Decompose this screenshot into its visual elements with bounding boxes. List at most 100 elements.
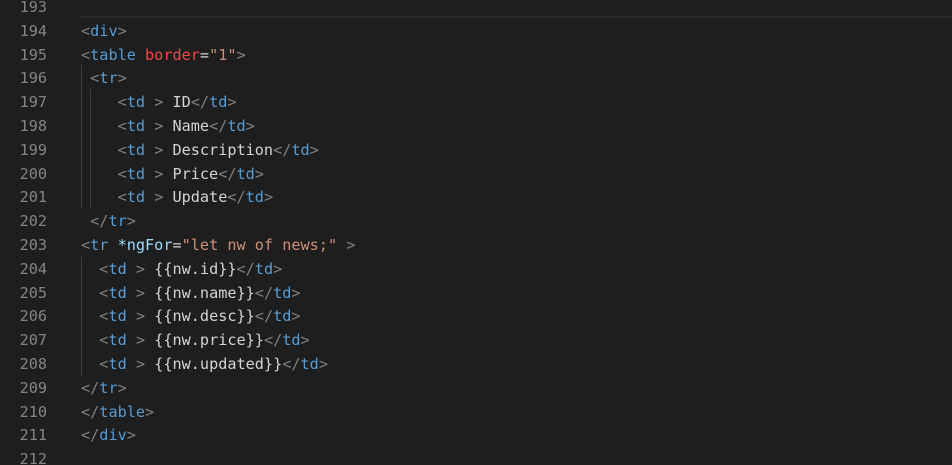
code-token: *ngFor — [117, 236, 173, 254]
code-line[interactable]: 208 <td > {{nw.updated}}</td> — [0, 352, 952, 376]
code-token: </ — [227, 188, 246, 207]
line-number: 198 — [19, 117, 47, 135]
code-token: > — [154, 93, 164, 112]
code-token: td — [273, 307, 292, 326]
line-number: 211 — [19, 426, 47, 445]
code-token: border — [145, 45, 200, 64]
line-code: </div> — [81, 423, 136, 447]
code-token: td — [126, 188, 146, 207]
code-token: > — [135, 259, 146, 278]
code-line[interactable]: 198 <td > Name</td> — [0, 114, 952, 138]
code-token: </ — [254, 307, 274, 326]
line-number: 201 — [19, 188, 47, 207]
line-number: 207 — [19, 331, 47, 350]
code-line[interactable]: 202 </tr> — [0, 209, 952, 233]
line-code: </tr> — [81, 376, 127, 400]
code-token: {{nw.id}} — [145, 259, 237, 278]
code-token: > — [236, 45, 246, 64]
code-token: > — [291, 283, 301, 302]
line-code: </table> — [81, 400, 154, 424]
code-line[interactable]: 201 <td > Update</td> — [0, 185, 952, 209]
code-token: > — [154, 117, 164, 135]
code-token: </ — [90, 212, 109, 231]
line-number: 196 — [19, 69, 47, 88]
code-token: = — [172, 236, 182, 254]
code-token: tr — [108, 212, 127, 231]
line-number: 205 — [19, 283, 47, 302]
code-token: {{nw.name}} — [145, 283, 255, 302]
line-number: 199 — [19, 140, 47, 159]
code-token: {{nw.desc}} — [145, 307, 255, 326]
code-line[interactable]: 193 — [0, 0, 952, 19]
code-token: "let nw of news;" — [181, 236, 338, 254]
code-line[interactable]: 200 <td > Price</td> — [0, 162, 952, 186]
code-token: div — [90, 21, 118, 40]
code-token: td — [291, 140, 310, 159]
code-token: < — [90, 69, 100, 88]
line-code: <tr> — [81, 66, 127, 90]
code-token: {{nw.updated}} — [145, 355, 283, 373]
line-number: 194 — [19, 21, 47, 40]
code-token: </ — [81, 426, 100, 445]
code-token: > — [145, 402, 155, 421]
code-token: > — [117, 21, 127, 40]
code-line[interactable]: 195 <table border="1"> — [0, 43, 952, 67]
code-line[interactable]: 211 </div> — [0, 423, 952, 447]
code-line[interactable]: 209 </tr> — [0, 376, 952, 400]
code-line[interactable]: 207 <td > {{nw.price}}</td> — [0, 328, 952, 352]
code-token: td — [108, 307, 127, 326]
line-code: <td > {{nw.id}}</td> — [81, 257, 282, 281]
code-token: </ — [273, 140, 292, 159]
code-token: td — [108, 259, 127, 278]
code-line[interactable]: 205 <td > {{nw.name}}</td> — [0, 281, 952, 305]
code-line[interactable]: 210 </table> — [0, 400, 952, 424]
line-code: <table border="1"> — [81, 43, 246, 67]
code-line[interactable]: 194 <div> — [0, 19, 952, 43]
code-token: < — [117, 93, 127, 112]
line-number: 203 — [19, 236, 47, 254]
code-line[interactable]: 206 <td > {{nw.desc}}</td> — [0, 304, 952, 328]
code-token: {{nw.price}} — [145, 331, 264, 350]
line-number: 209 — [19, 378, 47, 397]
line-code: <td > {{nw.name}}</td> — [81, 281, 301, 305]
code-token: td — [236, 164, 255, 183]
code-editor[interactable]: 193 194 <div> 195 <table border="1"> 196 <tr>… — [0, 0, 952, 465]
line-number: 212 — [19, 450, 47, 465]
code-line[interactable]: 203 <tr *ngFor="let nw of news;" > — [0, 233, 952, 257]
code-line[interactable]: 197 <td > ID</td> — [0, 90, 952, 114]
code-token: td — [254, 259, 274, 278]
code-line[interactable]: 199 <td > Description</td> — [0, 138, 952, 162]
code-line[interactable]: 196 <tr> — [0, 66, 952, 90]
code-token: > — [318, 355, 328, 373]
code-token: < — [81, 21, 91, 40]
line-number: 210 — [19, 402, 47, 421]
code-token: td — [108, 331, 127, 350]
code-token: </ — [190, 93, 210, 112]
code-line[interactable]: 212 — [0, 447, 952, 465]
code-token: Description — [163, 140, 274, 159]
line-number: 202 — [19, 212, 47, 231]
code-token: < — [117, 188, 127, 207]
code-line[interactable]: 204 <td > {{nw.id}}</td> — [0, 257, 952, 281]
code-token: > — [126, 212, 136, 231]
code-token: > — [117, 69, 127, 88]
line-number: 200 — [19, 164, 47, 183]
code-token: > — [263, 188, 274, 207]
code-token: </ — [218, 164, 237, 183]
code-token: tr — [99, 378, 118, 397]
